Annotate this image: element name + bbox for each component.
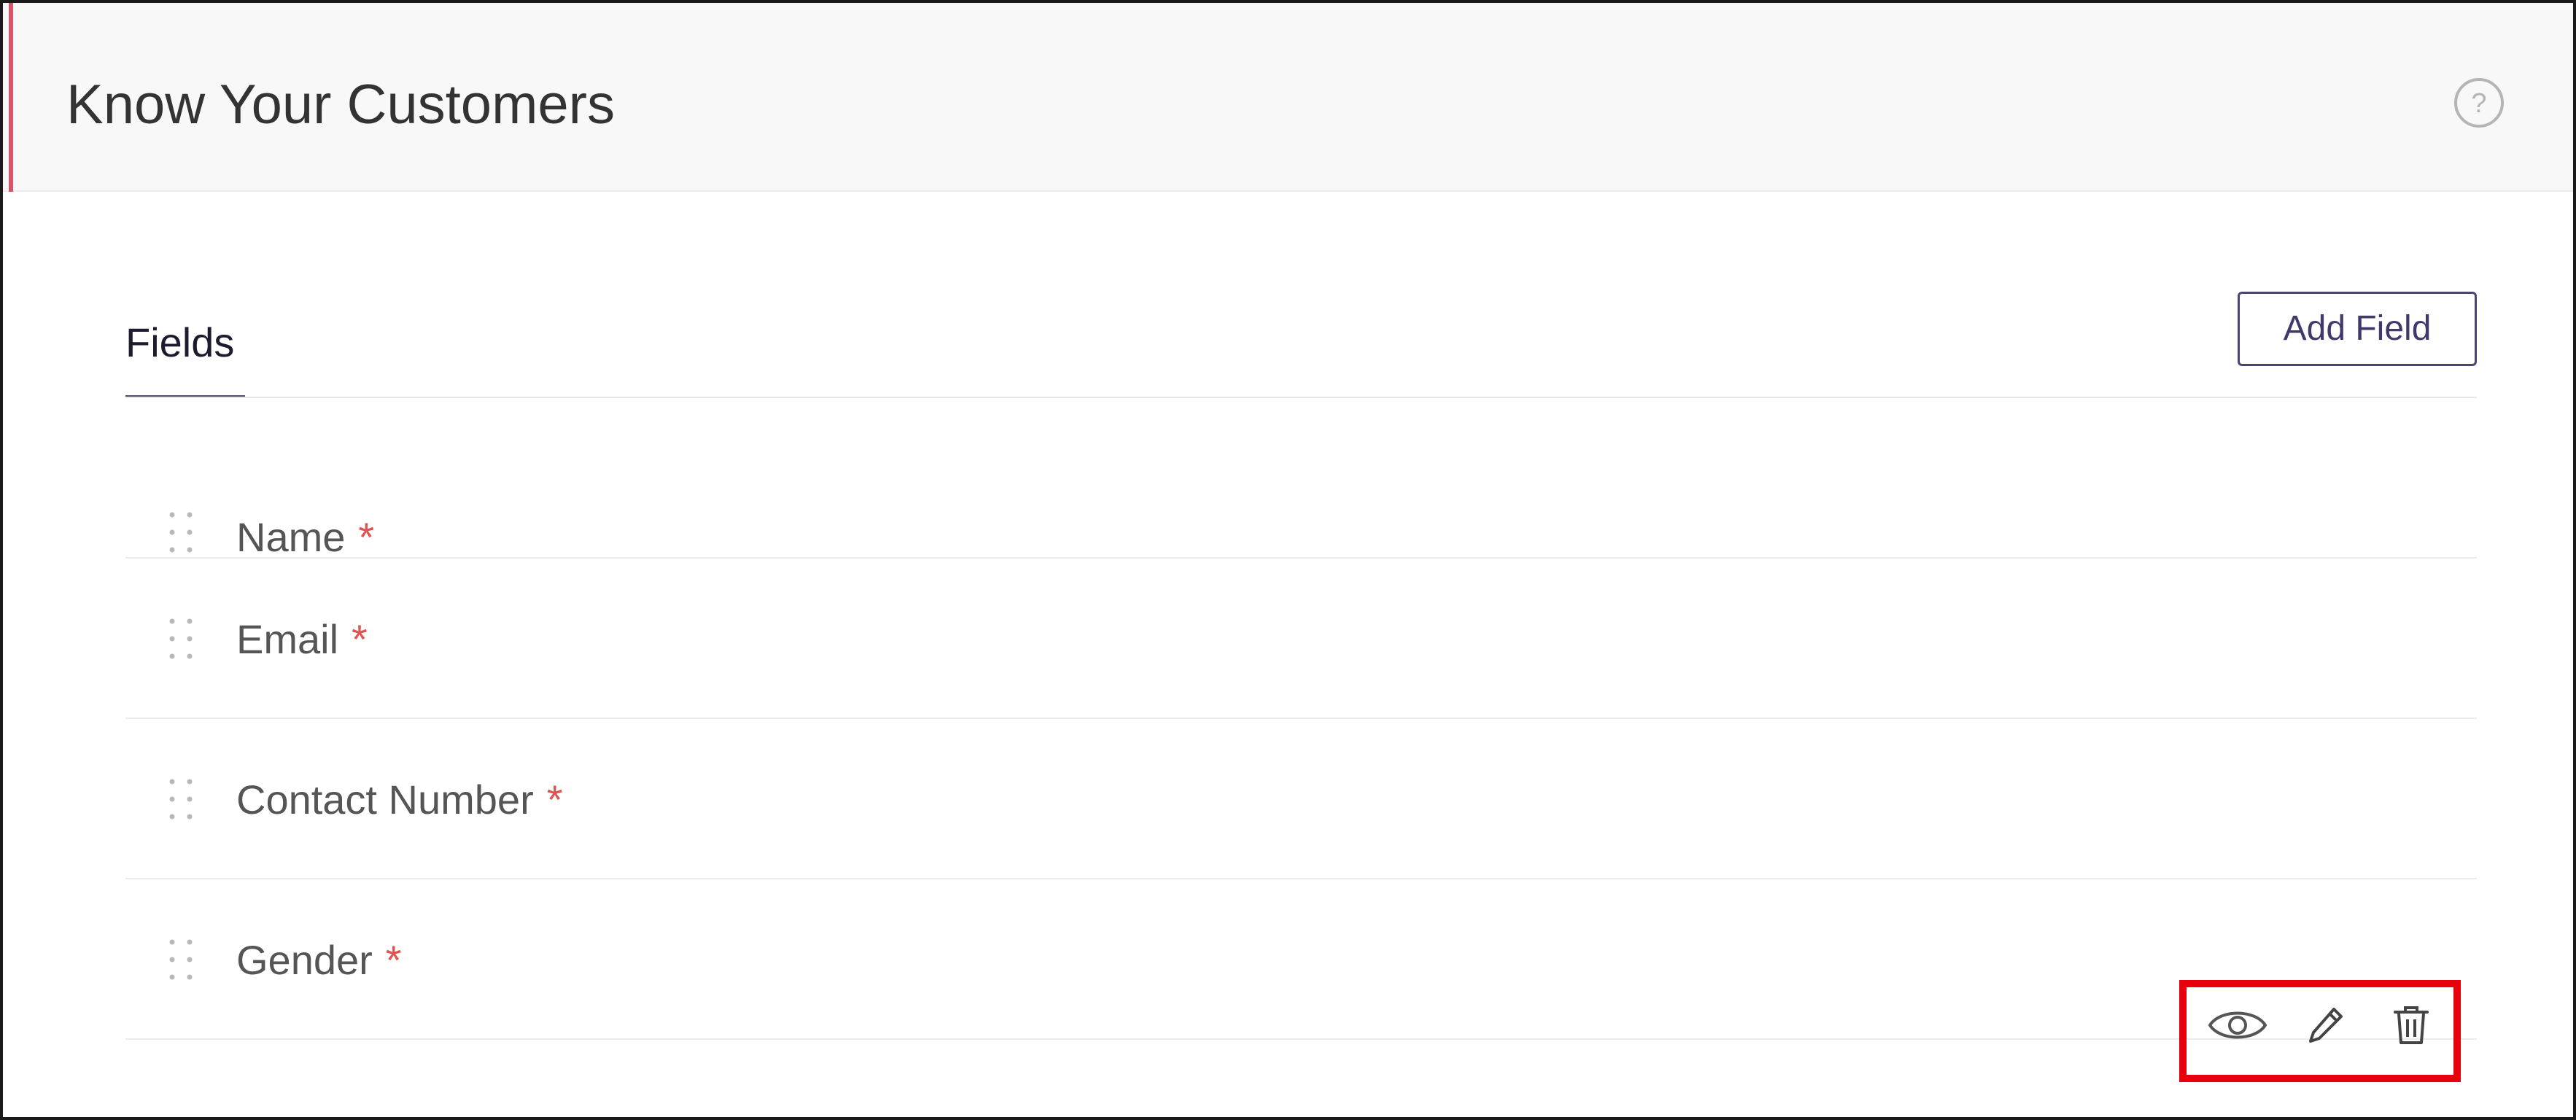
pencil-icon[interactable] xyxy=(2305,1005,2346,1046)
field-name: Name xyxy=(236,513,346,560)
drag-handle-icon[interactable] xyxy=(166,510,195,554)
trash-icon[interactable] xyxy=(2392,1005,2430,1046)
required-asterisk: * xyxy=(546,776,563,822)
field-row-gender: Gender * xyxy=(125,879,2477,1040)
field-row-contact-number: Contact Number * xyxy=(125,719,2477,879)
field-label-container: Email * xyxy=(236,559,368,719)
field-label-container: Contact Number * xyxy=(236,719,563,879)
field-row-email: Email * xyxy=(125,559,2477,719)
tab-fields-label: Fields xyxy=(125,319,235,365)
header-accent-bar xyxy=(9,3,13,192)
tab-fields[interactable]: Fields xyxy=(125,316,245,398)
drag-handle-icon[interactable] xyxy=(166,777,195,821)
field-list: Name * Email * Contact Number * Gender * xyxy=(125,398,2477,1040)
required-asterisk: * xyxy=(352,615,368,662)
field-label-container: Gender * xyxy=(236,879,402,1040)
field-email: Email xyxy=(236,615,339,662)
field-contact-number: Contact Number xyxy=(236,776,534,822)
app-window: Know Your Customers ? Fields Add Field N… xyxy=(0,0,2576,1120)
eye-icon[interactable] xyxy=(2207,1003,2268,1047)
add-field-button[interactable]: Add Field xyxy=(2238,292,2477,366)
required-asterisk: * xyxy=(358,513,375,560)
page-header: Know Your Customers ? xyxy=(3,3,2573,192)
page-title: Know Your Customers xyxy=(66,74,615,136)
field-row-name: Name * xyxy=(125,398,2477,560)
svg-text:?: ? xyxy=(2471,88,2486,119)
field-gender: Gender xyxy=(236,936,373,983)
question-circle-icon[interactable]: ? xyxy=(2453,77,2505,128)
required-asterisk: * xyxy=(385,936,402,983)
drag-handle-icon[interactable] xyxy=(166,938,195,981)
drag-handle-icon[interactable] xyxy=(166,617,195,661)
